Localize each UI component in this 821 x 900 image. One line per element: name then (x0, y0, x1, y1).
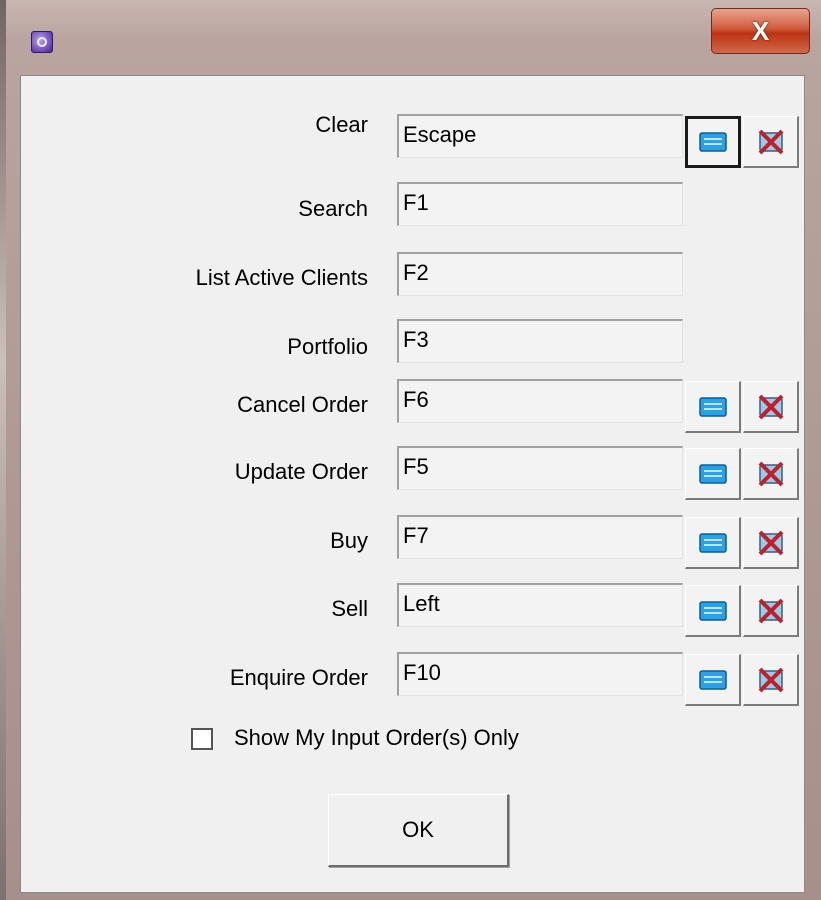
label-list-active-clients: List Active Clients (195, 265, 368, 290)
remove-key-button-sell[interactable] (743, 585, 799, 637)
remove-key-icon (758, 530, 783, 555)
label-sell: Sell (331, 596, 368, 621)
shortcut-field-cancel-order[interactable]: F6 (397, 379, 683, 423)
shortcut-field-update-order[interactable]: F5 (397, 446, 683, 490)
remove-key-icon (758, 598, 783, 623)
shortcut-field-enquire-order[interactable]: F10 (397, 652, 683, 696)
label-enquire-order: Enquire Order (229, 665, 368, 690)
assign-key-button-clear[interactable] (685, 116, 741, 168)
assign-key-button-sell[interactable] (685, 585, 741, 637)
dialog-window: X Clear Escape Search F1 List Active Cli… (0, 0, 821, 900)
keyboard-icon (698, 532, 727, 553)
app-gear-icon (31, 31, 53, 53)
assign-key-button-cancel-order[interactable] (685, 381, 741, 433)
label-clear: Clear (315, 112, 368, 137)
ok-button[interactable]: OK (328, 794, 509, 867)
remove-key-button-enquire-order[interactable] (743, 654, 799, 706)
assign-key-button-buy[interactable] (685, 517, 741, 569)
remove-key-icon (758, 394, 783, 419)
remove-key-button-buy[interactable] (743, 517, 799, 569)
show-my-input-only-label[interactable]: Show My Input Order(s) Only (234, 723, 519, 753)
keyboard-icon (698, 669, 727, 690)
shortcut-field-clear[interactable]: Escape (397, 114, 683, 158)
window-frame-edge (0, 0, 6, 900)
remove-key-icon (758, 461, 783, 486)
label-update-order: Update Order (234, 459, 368, 484)
remove-key-icon (758, 129, 783, 154)
remove-key-button-cancel-order[interactable] (743, 381, 799, 433)
shortcut-field-search[interactable]: F1 (397, 182, 683, 226)
show-my-input-only-checkbox[interactable] (191, 728, 213, 750)
remove-key-icon (758, 667, 783, 692)
label-search: Search (298, 196, 368, 221)
keyboard-icon (698, 396, 727, 417)
close-button[interactable]: X (711, 8, 810, 54)
remove-key-button-update-order[interactable] (743, 448, 799, 500)
keyboard-icon (698, 600, 727, 621)
shortcut-field-sell[interactable]: Left (397, 583, 683, 627)
shortcut-field-portfolio[interactable]: F3 (397, 319, 683, 363)
close-icon: X (751, 15, 770, 46)
keyboard-icon (698, 463, 727, 484)
dialog-client-area: Clear Escape Search F1 List Active Clien… (20, 75, 805, 893)
remove-key-button-clear[interactable] (743, 116, 799, 168)
assign-key-button-enquire-order[interactable] (685, 654, 741, 706)
label-buy: Buy (330, 528, 368, 553)
shortcut-field-list-active-clients[interactable]: F2 (397, 252, 683, 296)
shortcut-field-buy[interactable]: F7 (397, 515, 683, 559)
keyboard-icon (699, 132, 727, 152)
assign-key-button-update-order[interactable] (685, 448, 741, 500)
label-cancel-order: Cancel Order (237, 392, 368, 417)
label-portfolio: Portfolio (287, 334, 368, 359)
